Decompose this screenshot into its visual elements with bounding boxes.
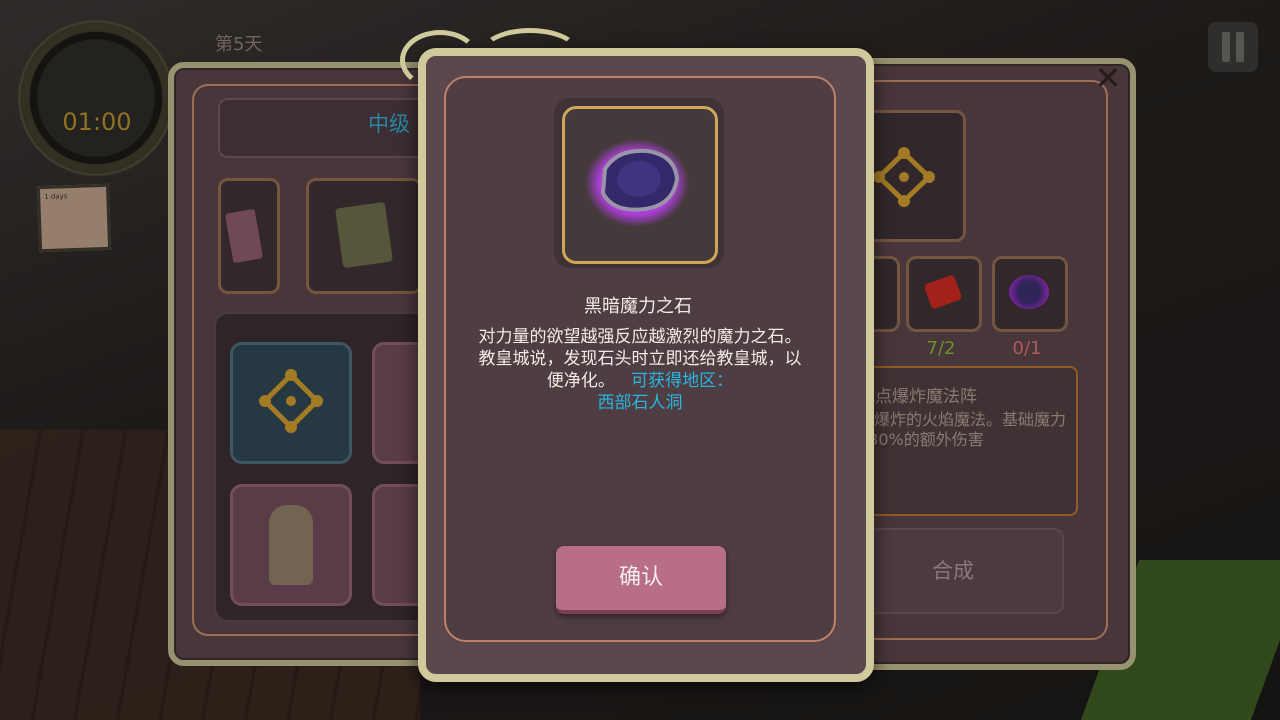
- vine-decoration: [480, 28, 580, 78]
- item-icon-slot: [562, 106, 718, 264]
- vine-decoration: [400, 30, 480, 90]
- obtain-region-label: 可获得地区：: [631, 371, 734, 391]
- item-name: 黑暗魔力之石: [584, 296, 692, 317]
- dark-magic-stone-icon: [585, 139, 689, 227]
- item-description-block: 对力量的欲望越强反应越激烈的魔力之石。教皇城说，发现石头时立即还给教皇城，以便净…: [472, 326, 808, 414]
- confirm-button[interactable]: 确认: [556, 546, 726, 614]
- obtain-region-link[interactable]: 西部石人洞: [598, 393, 683, 413]
